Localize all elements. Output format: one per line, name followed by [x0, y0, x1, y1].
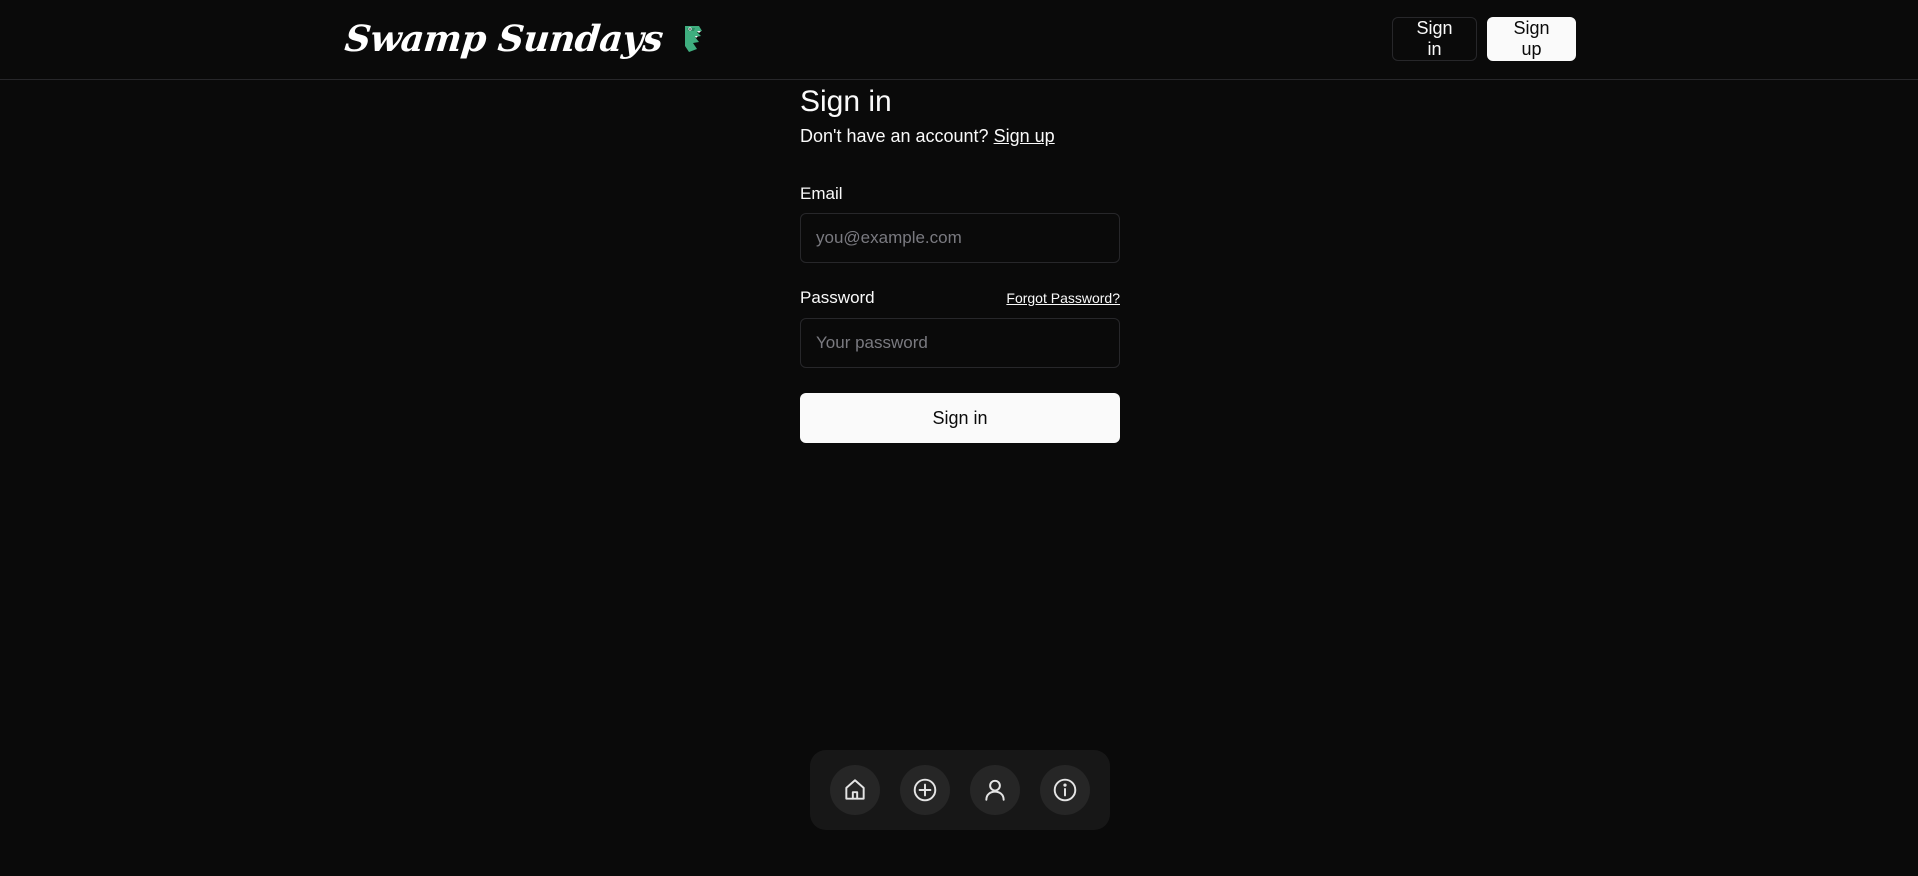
- email-input[interactable]: [800, 213, 1120, 263]
- header-sign-up-button[interactable]: Sign up: [1487, 17, 1576, 61]
- info-icon: [1053, 778, 1077, 802]
- dock-create-button[interactable]: [900, 765, 950, 815]
- dock-info-button[interactable]: [1040, 765, 1090, 815]
- bottom-dock: [810, 750, 1110, 830]
- signup-link[interactable]: Sign up: [994, 126, 1055, 146]
- brand-logo[interactable]: Swamp Sundays: [342, 18, 709, 60]
- page-title: Sign in: [800, 85, 892, 118]
- password-input[interactable]: [800, 318, 1120, 368]
- home-icon: [845, 779, 865, 800]
- dock-home-button[interactable]: [830, 765, 880, 815]
- brand-name: Swamp Sundays: [342, 18, 665, 60]
- password-label-row: Password Forgot Password?: [800, 288, 1120, 308]
- forgot-password-link[interactable]: Forgot Password?: [1006, 290, 1120, 306]
- header-actions: Sign in Sign up: [1392, 17, 1576, 61]
- signup-prompt: Don't have an account? Sign up: [800, 124, 1120, 148]
- email-label: Email: [800, 184, 843, 203]
- crocodile-icon: [684, 26, 702, 52]
- user-icon: [985, 779, 1005, 801]
- dock-profile-button[interactable]: [970, 765, 1020, 815]
- sign-in-form: Sign in Don't have an account? Sign up E…: [800, 84, 1120, 443]
- top-header: Swamp Sundays Sign in Sign up: [0, 0, 1918, 80]
- submit-sign-in-button[interactable]: Sign in: [800, 393, 1120, 443]
- plus-circle-icon: [913, 778, 937, 802]
- signup-prompt-text: Don't have an account?: [800, 126, 989, 146]
- password-label: Password: [800, 288, 875, 307]
- header-sign-in-button[interactable]: Sign in: [1392, 17, 1477, 61]
